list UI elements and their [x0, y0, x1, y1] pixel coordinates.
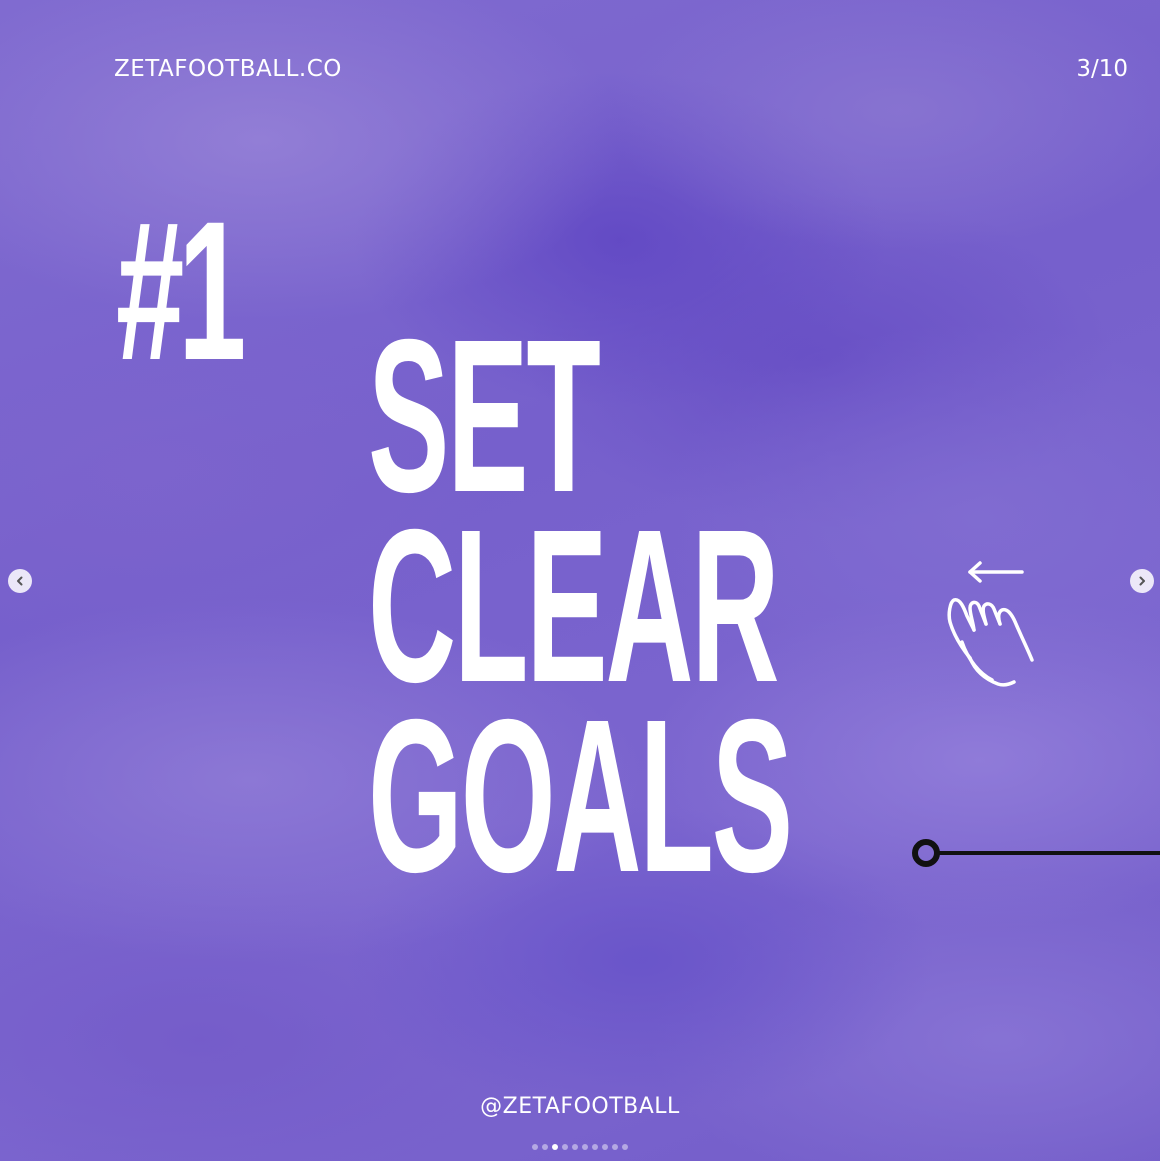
previous-slide-button[interactable]	[8, 569, 32, 593]
pagination-dot[interactable]	[592, 1144, 598, 1150]
pagination-dot[interactable]	[562, 1144, 568, 1150]
tip-number: #1	[116, 180, 246, 401]
pagination-dot[interactable]	[602, 1144, 608, 1150]
pagination-dot[interactable]	[552, 1144, 558, 1150]
pagination-dot[interactable]	[542, 1144, 548, 1150]
chevron-left-icon	[17, 576, 23, 586]
brand-name: ZETAFOOTBALL.CO	[114, 56, 342, 82]
chevron-right-icon	[1139, 576, 1145, 586]
pagination-dot[interactable]	[582, 1144, 588, 1150]
swipe-left-hand-icon	[947, 561, 1034, 687]
social-handle: @ZETAFOOTBALL	[480, 1094, 680, 1119]
carousel-slide: ZETAFOOTBALL.CO 3/10 #1 SET CLEAR GOALS …	[0, 0, 1160, 1161]
headline-line-1: SET	[368, 295, 601, 538]
pagination-dot[interactable]	[612, 1144, 618, 1150]
headline-line-3: GOALS	[368, 675, 793, 918]
carousel-pagination	[532, 1144, 628, 1150]
next-slide-button[interactable]	[1130, 569, 1154, 593]
pagination-dot[interactable]	[572, 1144, 578, 1150]
pagination-dot[interactable]	[532, 1144, 538, 1150]
circle-line-icon	[912, 839, 1160, 867]
headline-line-2: CLEAR	[368, 485, 780, 728]
pagination-dot[interactable]	[622, 1144, 628, 1150]
headline: SET CLEAR GOALS	[368, 295, 793, 918]
slide-counter: 3/10	[1076, 56, 1128, 82]
